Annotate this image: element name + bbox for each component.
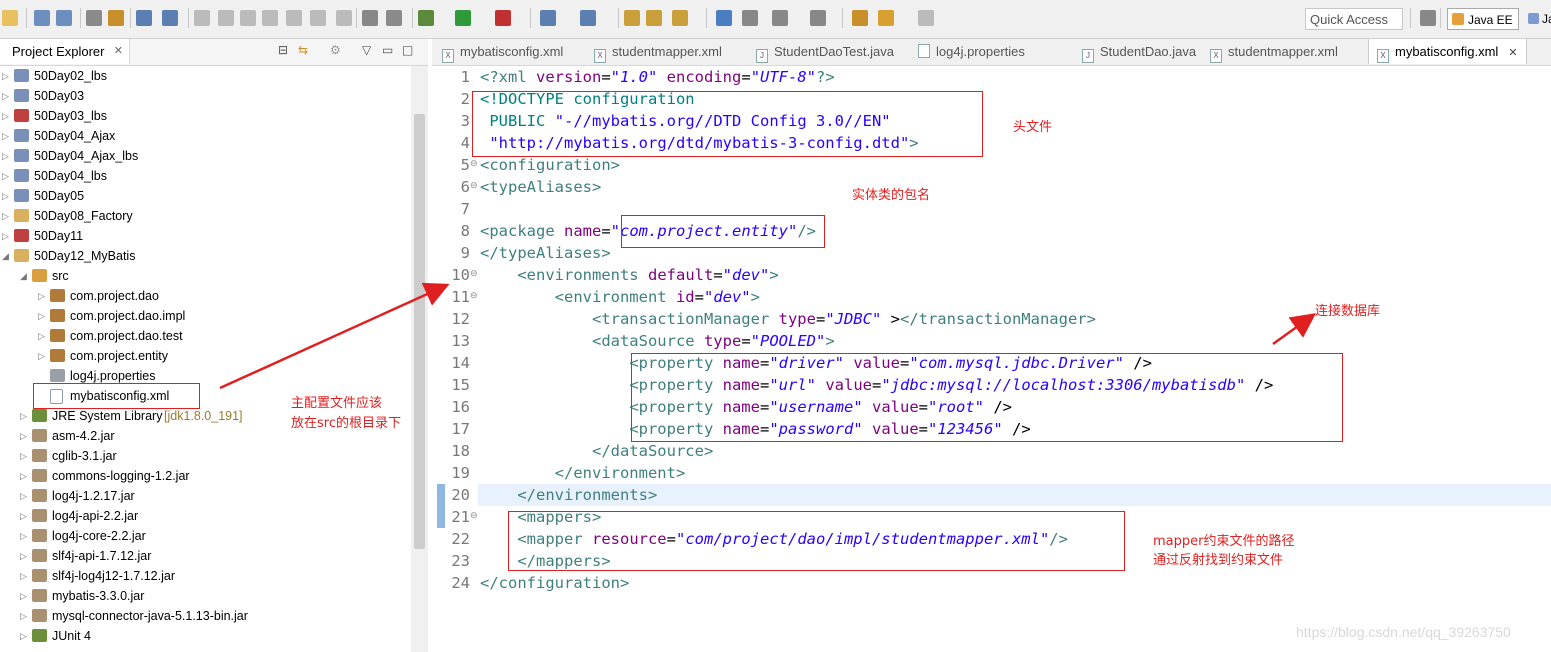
arrow-to-editor (219, 282, 450, 390)
arrow-to-datasource (1272, 313, 1317, 346)
annotation-arrows (219, 282, 1317, 390)
watermark: https://blog.csdn.net/qq_39263750 (1296, 624, 1511, 640)
